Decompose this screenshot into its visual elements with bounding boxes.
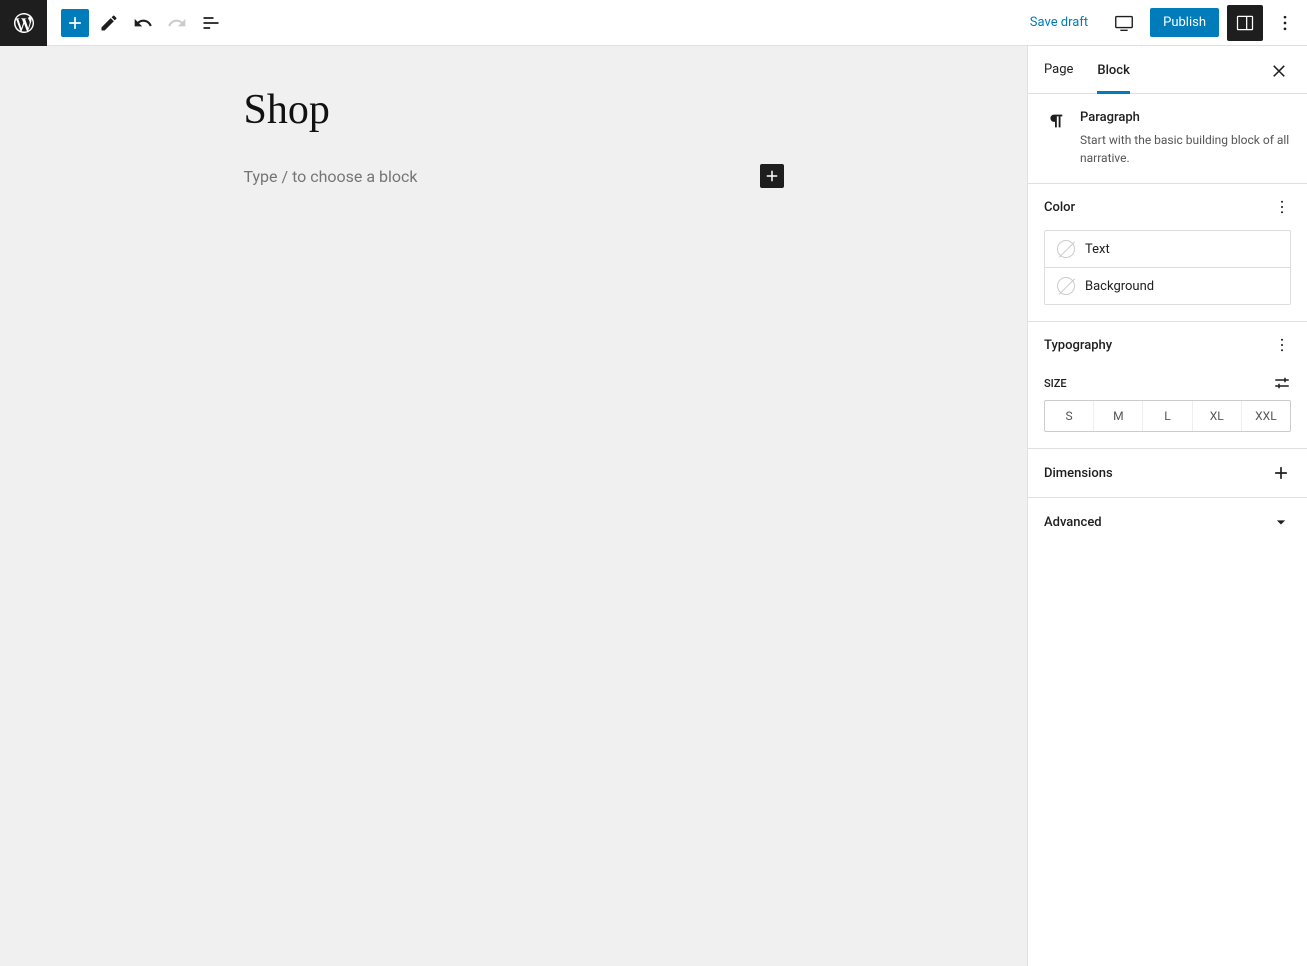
page-title[interactable]: Shop — [244, 86, 784, 134]
save-draft-button[interactable]: Save draft — [1020, 9, 1098, 36]
panel-typography: Typography Size S M L XL XXL — [1028, 322, 1307, 449]
settings-sidebar: Page Block Paragraph Start with the basi… — [1027, 46, 1307, 966]
custom-size-icon[interactable] — [1273, 374, 1291, 392]
panel-color-title: Color — [1044, 200, 1075, 215]
color-text-label: Text — [1085, 242, 1110, 257]
panel-advanced[interactable]: Advanced — [1028, 498, 1307, 546]
color-background-label: Background — [1085, 279, 1154, 294]
sidebar-tabs: Page Block — [1028, 46, 1307, 94]
panel-dimensions-title: Dimensions — [1044, 466, 1113, 481]
more-options-button[interactable] — [1271, 9, 1299, 37]
add-block-button[interactable] — [61, 9, 89, 37]
toolbar-right: Save draft Publish — [1020, 5, 1307, 41]
panel-dimensions[interactable]: Dimensions — [1028, 449, 1307, 498]
color-text-row[interactable]: Text — [1044, 230, 1291, 268]
panel-more-icon[interactable] — [1273, 336, 1291, 354]
panel-typography-body: Size S M L XL XXL — [1028, 374, 1307, 448]
block-row: Type / to choose a block — [244, 164, 784, 188]
background-color-swatch — [1057, 277, 1075, 295]
block-info-description: Start with the basic building block of a… — [1080, 131, 1291, 167]
undo-button[interactable] — [129, 9, 157, 37]
redo-button — [163, 9, 191, 37]
block-info-title: Paragraph — [1080, 110, 1291, 125]
block-info: Paragraph Start with the basic building … — [1028, 94, 1307, 184]
tab-page[interactable]: Page — [1044, 46, 1073, 93]
publish-button[interactable]: Publish — [1150, 8, 1219, 37]
tools-button[interactable] — [95, 9, 123, 37]
preview-button[interactable] — [1106, 5, 1142, 41]
size-label-row: Size — [1044, 374, 1291, 392]
size-label: Size — [1044, 377, 1067, 390]
settings-sidebar-toggle[interactable] — [1227, 5, 1263, 41]
toolbar-left — [47, 9, 225, 37]
text-color-swatch — [1057, 240, 1075, 258]
tab-block[interactable]: Block — [1097, 47, 1129, 94]
size-m[interactable]: M — [1093, 401, 1142, 431]
plus-icon — [1271, 463, 1291, 483]
paragraph-icon — [1044, 110, 1066, 167]
block-placeholder[interactable]: Type / to choose a block — [244, 167, 418, 186]
size-segments: S M L XL XXL — [1044, 400, 1291, 432]
chevron-down-icon — [1271, 512, 1291, 532]
size-l[interactable]: L — [1142, 401, 1191, 431]
panel-typography-header[interactable]: Typography — [1028, 322, 1307, 368]
editor-canvas[interactable]: Shop Type / to choose a block — [0, 46, 1027, 966]
size-xxl[interactable]: XXL — [1241, 401, 1290, 431]
size-s[interactable]: S — [1045, 401, 1093, 431]
panel-more-icon[interactable] — [1273, 198, 1291, 216]
panel-typography-title: Typography — [1044, 338, 1112, 353]
size-xl[interactable]: XL — [1192, 401, 1241, 431]
main-area: Shop Type / to choose a block Page Block… — [0, 46, 1307, 966]
panel-color-body: Text Background — [1028, 230, 1307, 321]
close-sidebar-button[interactable] — [1267, 58, 1291, 82]
panel-advanced-title: Advanced — [1044, 515, 1102, 530]
color-background-row[interactable]: Background — [1044, 268, 1291, 305]
wordpress-logo[interactable] — [0, 0, 47, 46]
editor-content: Shop Type / to choose a block — [244, 86, 784, 966]
document-overview-button[interactable] — [197, 9, 225, 37]
top-toolbar: Save draft Publish — [0, 0, 1307, 46]
inline-add-block-button[interactable] — [760, 164, 784, 188]
panel-color: Color Text Background — [1028, 184, 1307, 322]
panel-color-header[interactable]: Color — [1028, 184, 1307, 230]
